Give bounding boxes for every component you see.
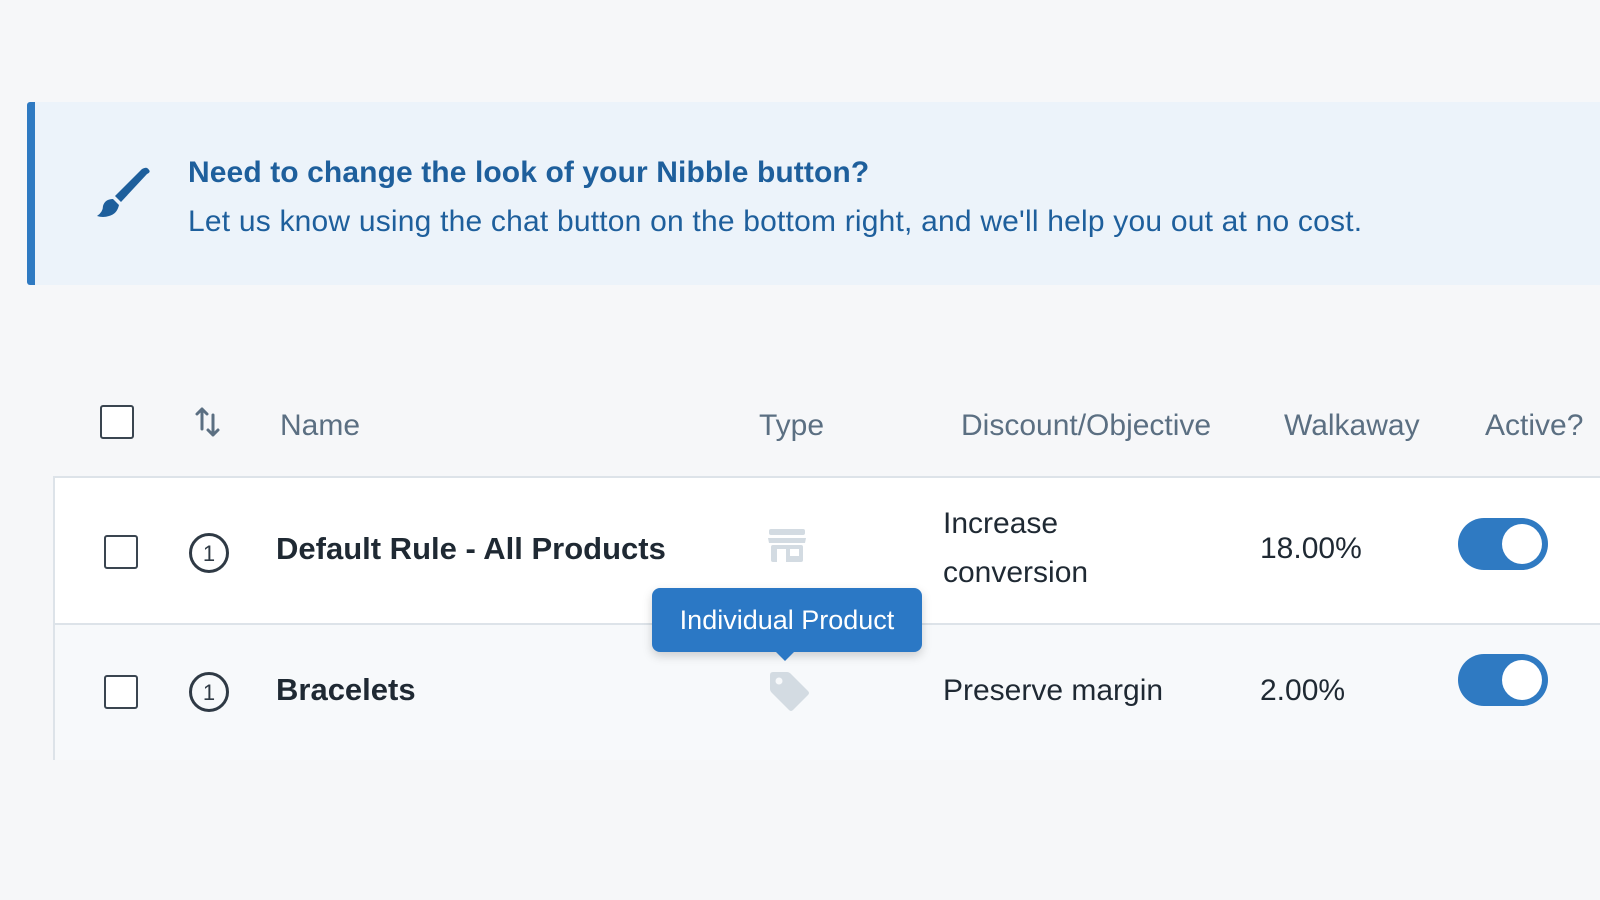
priority-icon: 1 xyxy=(189,672,229,712)
toggle-knob xyxy=(1502,660,1542,700)
column-header-active[interactable]: Active? xyxy=(1485,409,1583,443)
banner-body: Let us know using the chat button on the… xyxy=(188,205,1363,238)
walkaway-value: 18.00% xyxy=(1260,532,1362,565)
store-icon[interactable] xyxy=(767,527,807,563)
info-banner: Need to change the look of your Nibble b… xyxy=(27,102,1600,285)
rule-name[interactable]: Bracelets xyxy=(276,672,416,708)
banner-title: Need to change the look of your Nibble b… xyxy=(188,156,870,189)
tag-icon[interactable] xyxy=(767,669,811,713)
objective-value: Preserve margin xyxy=(943,674,1164,707)
priority-icon: 1 xyxy=(189,533,229,573)
objective-line-1: Increase xyxy=(943,507,1059,540)
sort-icon[interactable] xyxy=(193,405,223,439)
column-header-type[interactable]: Type xyxy=(759,409,824,443)
column-header-walkaway[interactable]: Walkaway xyxy=(1284,409,1420,443)
page: Need to change the look of your Nibble b… xyxy=(0,0,1600,900)
column-header-name[interactable]: Name xyxy=(280,409,360,443)
table-header: Name Type Discount/Objective Walkaway Ac… xyxy=(55,395,1600,467)
objective-line-2: conversion xyxy=(943,556,1089,589)
walkaway-value: 2.00% xyxy=(1260,674,1346,707)
active-toggle[interactable] xyxy=(1458,654,1548,706)
select-all-checkbox[interactable] xyxy=(100,405,134,439)
toggle-knob xyxy=(1502,524,1542,564)
row-checkbox[interactable] xyxy=(104,675,138,709)
paintbrush-icon xyxy=(97,167,150,217)
tooltip-arrow xyxy=(774,650,796,661)
priority-value: 1 xyxy=(203,541,215,566)
row-checkbox[interactable] xyxy=(104,535,138,569)
type-tooltip: Individual Product xyxy=(652,588,922,652)
column-header-objective[interactable]: Discount/Objective xyxy=(961,409,1211,443)
active-toggle[interactable] xyxy=(1458,518,1548,570)
rule-name[interactable]: Default Rule - All Products xyxy=(276,531,666,567)
priority-value: 1 xyxy=(203,680,215,705)
